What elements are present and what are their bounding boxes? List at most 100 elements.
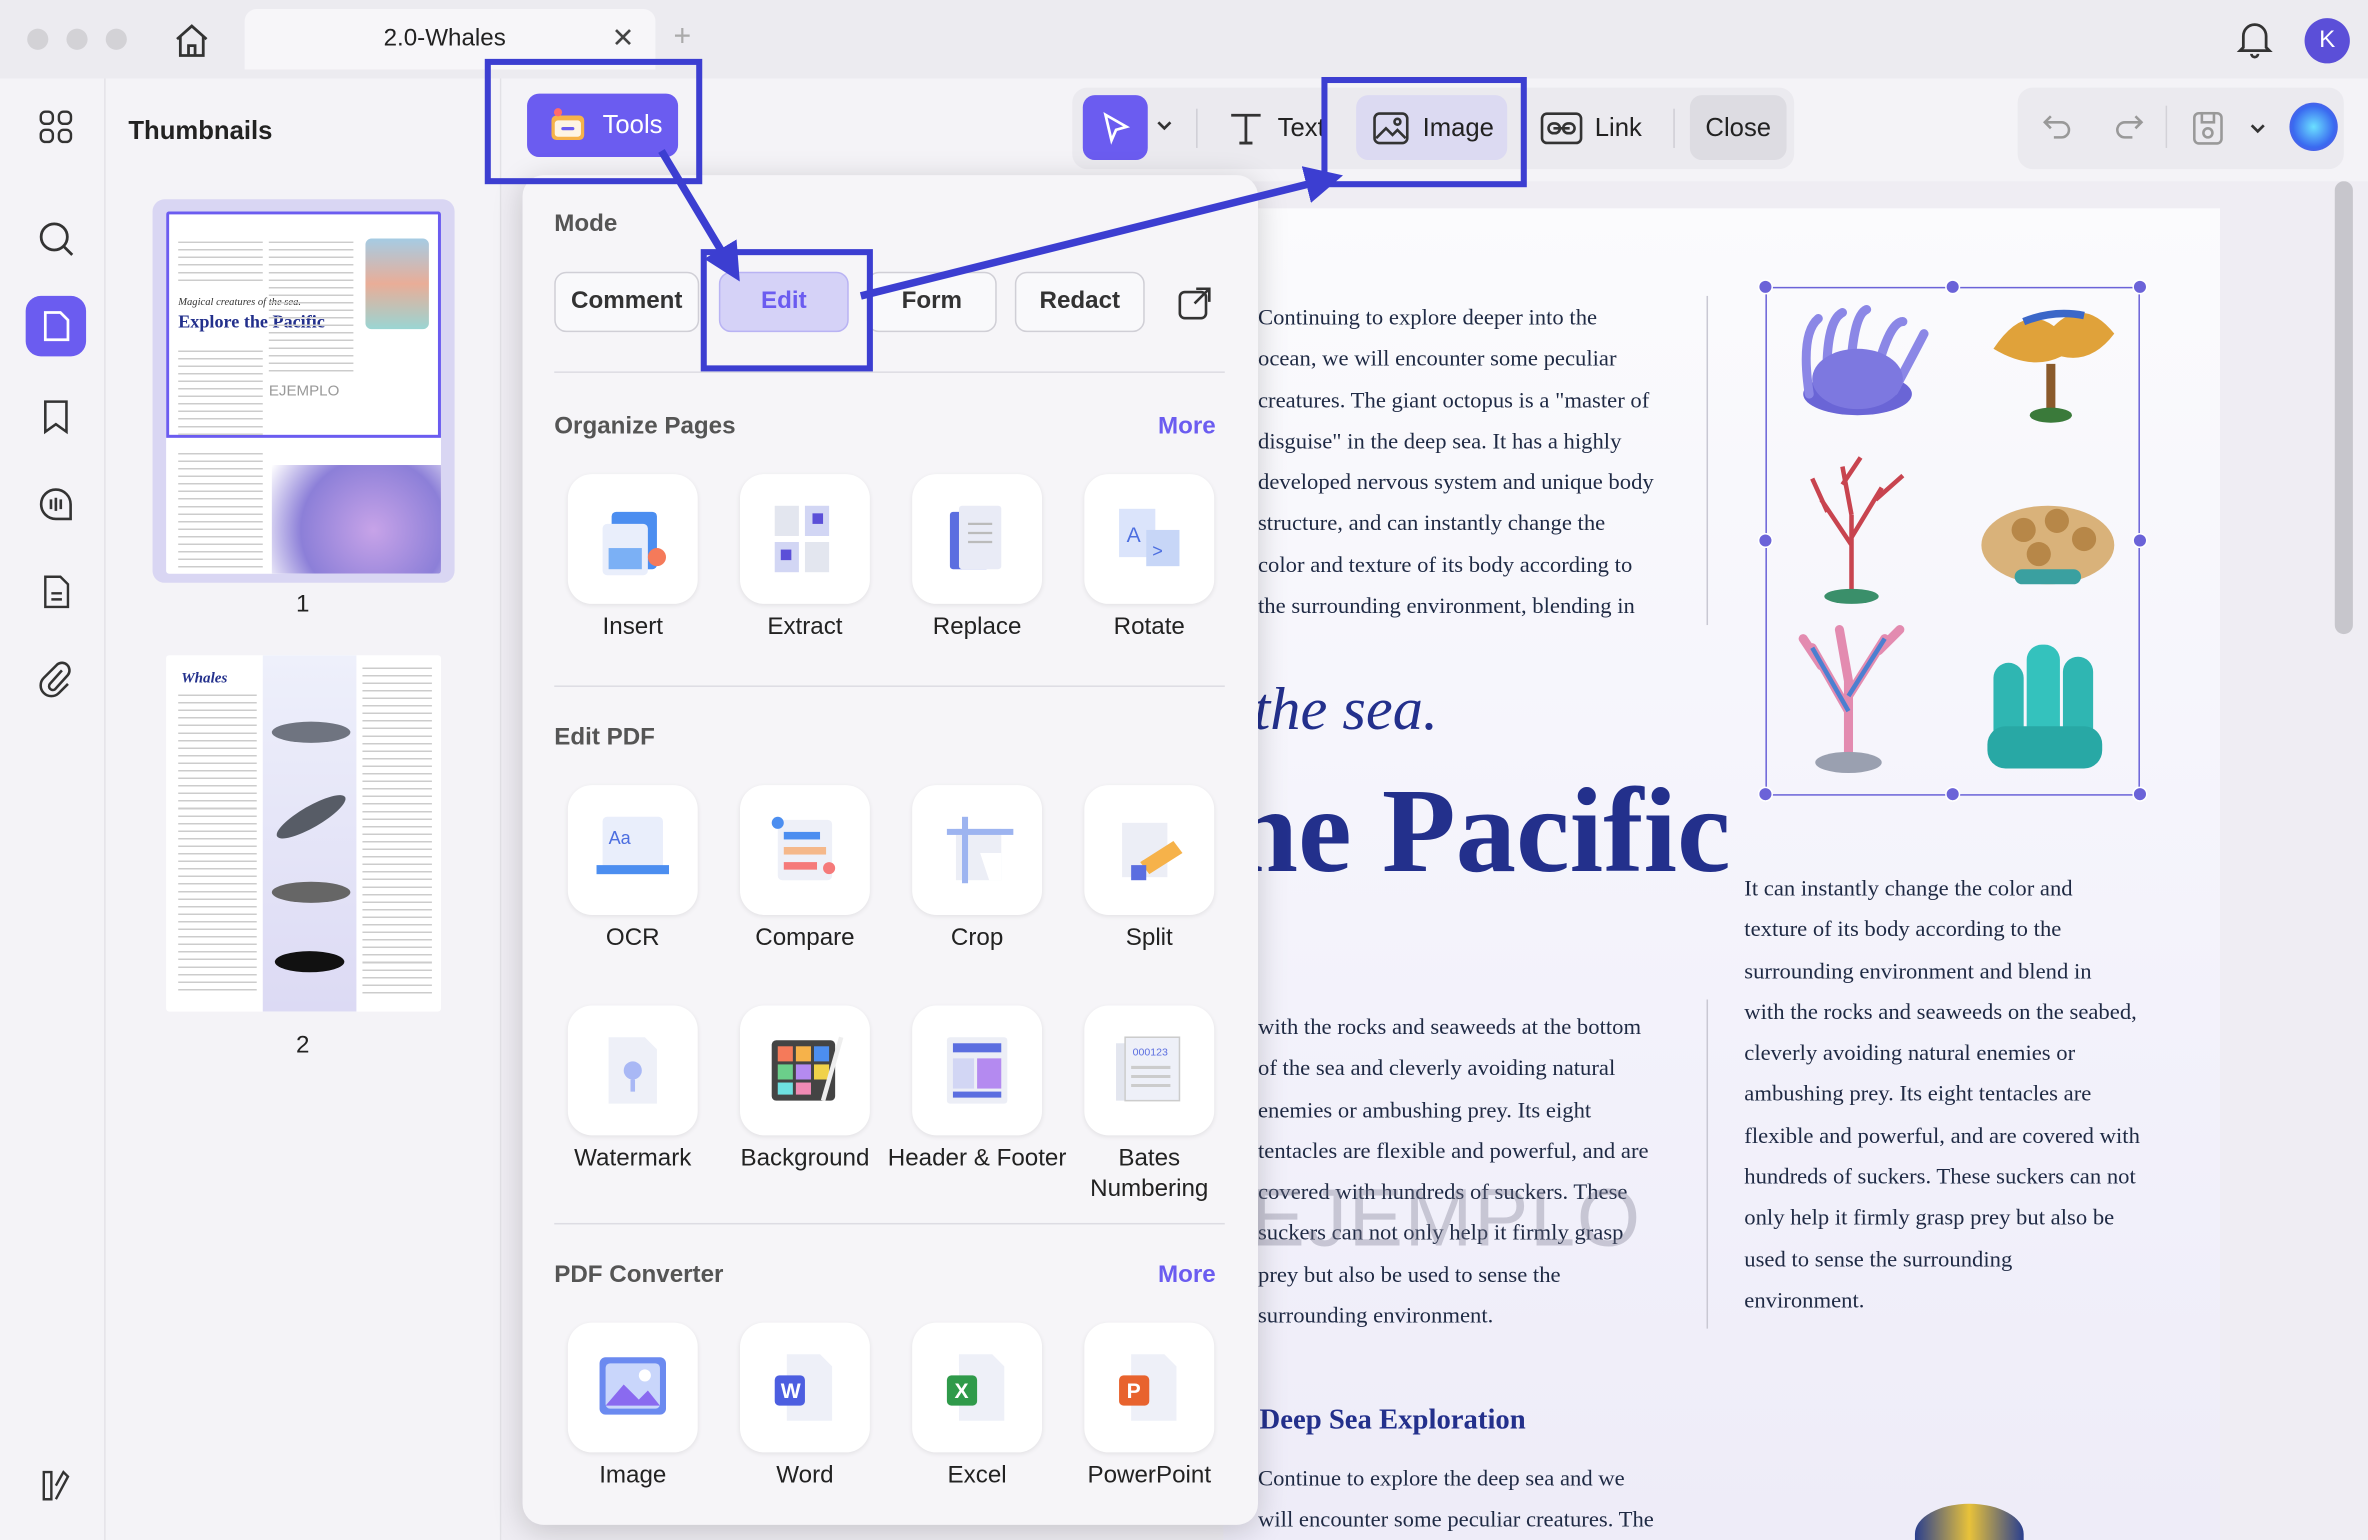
comments-icon[interactable] <box>26 474 86 534</box>
text-line: texture of its body according to the <box>1744 918 2062 943</box>
link-tool-button[interactable]: Link <box>1540 95 1642 160</box>
sidebar-toggle-icon[interactable] <box>26 1455 86 1515</box>
close-window-button[interactable] <box>27 28 49 50</box>
extract-tool[interactable] <box>739 474 870 604</box>
bates-numbering-tool[interactable]: 000123 <box>1084 1005 1215 1136</box>
text-icon <box>1231 113 1261 144</box>
text-line: disguise" in the deep sea. It has a high… <box>1257 430 1622 455</box>
replace-tool[interactable] <box>912 474 1043 604</box>
search-icon[interactable] <box>26 208 86 268</box>
split-tool[interactable] <box>1084 785 1215 915</box>
text-line: will encounter some peculiar creatures. … <box>1257 1508 1654 1533</box>
text-line: It can instantly change the color and <box>1744 877 2073 902</box>
chevron-down-icon[interactable] <box>1155 115 1173 142</box>
redo-icon[interactable] <box>2111 109 2147 153</box>
resize-handle[interactable] <box>2132 532 2148 549</box>
chevron-down-icon[interactable] <box>2249 118 2267 145</box>
heading-the-sea[interactable]: the sea. <box>1253 673 1438 744</box>
mode-redact-button[interactable]: Redact <box>1014 271 1145 333</box>
watermark-tool[interactable] <box>567 1005 698 1136</box>
organize-section-title: Organize Pages <box>554 413 736 440</box>
cursor-icon <box>1102 111 1130 144</box>
split-icon <box>1122 822 1183 881</box>
close-edit-button[interactable]: Close <box>1689 95 1787 161</box>
attachment-page-icon[interactable] <box>26 562 86 622</box>
header-footer-tool[interactable] <box>912 1005 1043 1136</box>
text-line: flexible and powerful, and are covered w… <box>1744 1124 2140 1149</box>
heading-pacific[interactable]: he Pacific <box>1231 764 1731 901</box>
link-icon <box>1540 111 1583 144</box>
svg-text:A: A <box>1127 524 1142 547</box>
ai-assistant-icon[interactable] <box>2289 102 2338 151</box>
maximize-window-button[interactable] <box>105 28 127 50</box>
pages-icon[interactable] <box>25 295 87 357</box>
convert-word-tool[interactable]: W <box>739 1322 870 1453</box>
selected-coral-image[interactable] <box>1757 279 2148 802</box>
converter-more-link[interactable]: More <box>1158 1262 1216 1289</box>
thumbnail-2-number: 2 <box>295 1032 310 1059</box>
thumbnail-page-1[interactable]: Magical creatures of the sea. Explore th… <box>166 211 441 574</box>
divider <box>554 1222 1225 1225</box>
mode-form-button[interactable]: Form <box>866 271 997 333</box>
convert-excel-tool[interactable]: X <box>912 1322 1043 1453</box>
header-footer-icon <box>946 1037 1008 1104</box>
rotate-label: Rotate <box>1113 614 1185 641</box>
mode-section-title: Mode <box>554 211 618 238</box>
compare-tool[interactable] <box>739 785 870 915</box>
extract-label: Extract <box>767 614 843 641</box>
text-line: with the rocks and seaweeds at the botto… <box>1257 1016 1642 1041</box>
organize-more-link[interactable]: More <box>1158 414 1216 441</box>
annotation-box-image <box>1321 76 1527 188</box>
vertical-scrollbar[interactable] <box>2334 181 2353 635</box>
extract-icon <box>774 505 830 573</box>
apps-grid-icon[interactable] <box>26 97 86 157</box>
resize-handle[interactable] <box>1757 786 1773 802</box>
ocr-tool[interactable]: Aa <box>567 785 698 915</box>
minimize-window-button[interactable] <box>66 28 88 50</box>
tab-close-icon[interactable]: ✕ <box>612 23 635 55</box>
rotate-tool[interactable]: A > <box>1084 474 1215 604</box>
mode-comment-button[interactable]: Comment <box>554 271 700 333</box>
thumbnail-page-2[interactable]: Whales EJEMPLO <box>166 655 441 1012</box>
replace-label: Replace <box>932 614 1022 641</box>
text-column-3[interactable]: It can instantly change the color and te… <box>1744 870 2140 1323</box>
watermark-icon <box>608 1037 657 1104</box>
resize-handle[interactable] <box>1757 532 1773 549</box>
resize-handle[interactable] <box>2132 786 2148 802</box>
save-icon[interactable] <box>2190 109 2226 156</box>
select-tool-button[interactable] <box>1082 95 1148 161</box>
convert-powerpoint-tool[interactable]: P <box>1084 1322 1215 1453</box>
text-line: developed nervous system and unique body <box>1257 471 1654 496</box>
convert-image-tool[interactable] <box>567 1322 698 1453</box>
background-label: Background <box>740 1145 870 1172</box>
text-column-1[interactable]: Continuing to explore deeper into the oc… <box>1258 299 1654 629</box>
insert-tool[interactable] <box>567 474 698 604</box>
resize-handle[interactable] <box>1945 786 1961 802</box>
home-icon[interactable] <box>169 18 214 63</box>
rotate-icon: A> <box>1119 508 1180 567</box>
bates-numbering-icon: 000123 <box>1116 1036 1181 1102</box>
crop-tool[interactable] <box>912 785 1043 915</box>
bookmark-icon[interactable] <box>26 387 86 447</box>
thumbnail-1-watermark: EJEMPLO <box>268 383 340 401</box>
resize-handle[interactable] <box>2132 279 2148 295</box>
header-footer-label: Header & Footer <box>887 1145 1067 1172</box>
bell-icon[interactable] <box>2235 18 2274 68</box>
text-tool-button[interactable]: Text <box>1226 95 1325 160</box>
section-heading-deep-sea[interactable]: Deep Sea Exploration <box>1260 1404 1526 1437</box>
new-tab-icon[interactable]: + <box>674 20 692 55</box>
external-link-icon[interactable] <box>1175 284 1214 331</box>
text-line: creatures. The giant octopus is a "maste… <box>1257 388 1650 414</box>
resize-handle[interactable] <box>1757 279 1773 295</box>
background-tool[interactable] <box>739 1005 870 1136</box>
convert-excel-label: Excel <box>947 1462 1007 1489</box>
undo-icon[interactable] <box>2039 109 2075 153</box>
text-column-4[interactable]: Continue to explore the deep sea and we … <box>1258 1460 1654 1540</box>
resize-handle[interactable] <box>1945 279 1961 295</box>
text-line: Continue to explore the deep sea and we <box>1257 1467 1625 1492</box>
convert-powerpoint-label: PowerPoint <box>1087 1462 1212 1489</box>
avatar[interactable]: K <box>2304 18 2350 64</box>
bates-numbering-label: Bates Numbering <box>1090 1145 1209 1202</box>
text-line: used to sense the surrounding <box>1744 1248 2013 1273</box>
paperclip-icon[interactable] <box>26 649 86 709</box>
